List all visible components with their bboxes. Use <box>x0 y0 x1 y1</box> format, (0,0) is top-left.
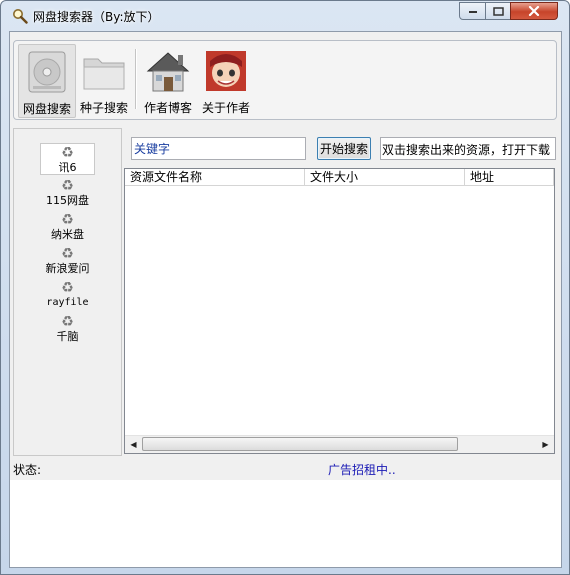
window-title: 网盘搜索器（By:放下） <box>33 10 160 24</box>
app-window: 网盘搜索器（By:放下） 网盘搜索 种子搜索 作者博客 关于作者 ♻ 讯6 ♻ … <box>0 0 570 575</box>
column-header-filesize[interactable]: 文件大小 <box>305 169 465 185</box>
toolbar-label: 作者博客 <box>143 101 192 115</box>
source-label: 新浪爱问 <box>45 262 90 275</box>
source-label: 纳米盘 <box>51 228 84 241</box>
start-search-button[interactable]: 开始搜索 <box>317 137 371 160</box>
minimize-icon <box>468 11 477 13</box>
arrow-left-icon: ◀ <box>130 439 137 449</box>
source-label: 千脑 <box>56 330 79 343</box>
close-icon <box>528 6 540 16</box>
source-label: rayfile <box>46 297 89 308</box>
source-list: ♻ 讯6 ♻ 115网盘 ♻ 纳米盘 ♻ 新浪爱问 ♻ rayfile ♻ 千脑 <box>13 128 122 456</box>
toolbar-torrent-search[interactable]: 种子搜索 <box>76 44 132 116</box>
ad-area <box>10 480 561 567</box>
column-header-address[interactable]: 地址 <box>465 169 554 185</box>
source-item-namipan[interactable]: ♻ 纳米盘 <box>14 211 121 244</box>
table-header: 资源文件名称 文件大小 地址 <box>125 169 554 186</box>
toolbar-label: 关于作者 <box>201 101 250 115</box>
source-item-qiannao[interactable]: ♻ 千脑 <box>14 313 121 346</box>
source-label: 115网盘 <box>46 194 89 207</box>
toolbar-disk-search[interactable]: 网盘搜索 <box>18 44 76 118</box>
minimize-button[interactable] <box>459 2 486 20</box>
toolbar-label: 种子搜索 <box>79 101 128 115</box>
recycle-icon: ♻ <box>61 145 74 161</box>
source-label: 讯6 <box>58 161 77 174</box>
column-header-filename[interactable]: 资源文件名称 <box>125 169 305 185</box>
toolbar-about-author[interactable]: 关于作者 <box>198 44 254 116</box>
recycle-icon: ♻ <box>61 246 74 262</box>
scroll-right-button[interactable]: ▶ <box>537 436 554 452</box>
toolbar-separator <box>135 49 137 109</box>
source-item-rayfile[interactable]: ♻ rayfile <box>14 279 121 312</box>
results-table[interactable]: 资源文件名称 文件大小 地址 ◀ ▶ <box>124 168 555 454</box>
source-item-115[interactable]: ♻ 115网盘 <box>14 177 121 210</box>
client-area: 网盘搜索 种子搜索 作者博客 关于作者 ♻ 讯6 ♻ 115网盘 ♻ 纳米盘 ♻… <box>9 31 562 568</box>
status-label: 状态: <box>13 463 42 477</box>
ad-banner-text[interactable]: 广告招租中.. <box>328 461 396 478</box>
toolbar: 网盘搜索 种子搜索 作者博客 关于作者 <box>13 40 557 120</box>
close-button[interactable] <box>510 2 558 20</box>
toolbar-label: 网盘搜索 <box>22 102 71 116</box>
keyword-input[interactable] <box>131 137 306 160</box>
source-item-sina-iask[interactable]: ♻ 新浪爱问 <box>14 245 121 278</box>
arrow-right-icon: ▶ <box>542 439 549 449</box>
maximize-button[interactable] <box>485 2 511 20</box>
anime-avatar-icon <box>206 51 246 91</box>
folder-icon <box>83 58 125 90</box>
scroll-left-button[interactable]: ◀ <box>125 436 142 452</box>
toolbar-author-blog[interactable]: 作者博客 <box>140 44 196 116</box>
usage-hint: 双击搜索出来的资源，打开下载 <box>380 137 556 160</box>
recycle-icon: ♻ <box>61 314 74 330</box>
maximize-icon <box>492 6 504 16</box>
horizontal-scrollbar[interactable]: ◀ ▶ <box>125 435 554 453</box>
recycle-icon: ♻ <box>61 178 74 194</box>
recycle-icon: ♻ <box>61 212 74 228</box>
house-icon <box>146 52 190 92</box>
hard-drive-icon <box>28 51 66 93</box>
scrollbar-thumb[interactable] <box>142 437 458 451</box>
recycle-icon: ♻ <box>61 280 74 296</box>
magnifier-icon <box>13 9 28 24</box>
source-item-xun6[interactable]: ♻ 讯6 <box>14 143 121 176</box>
title-bar[interactable]: 网盘搜索器（By:放下） <box>1 1 569 31</box>
